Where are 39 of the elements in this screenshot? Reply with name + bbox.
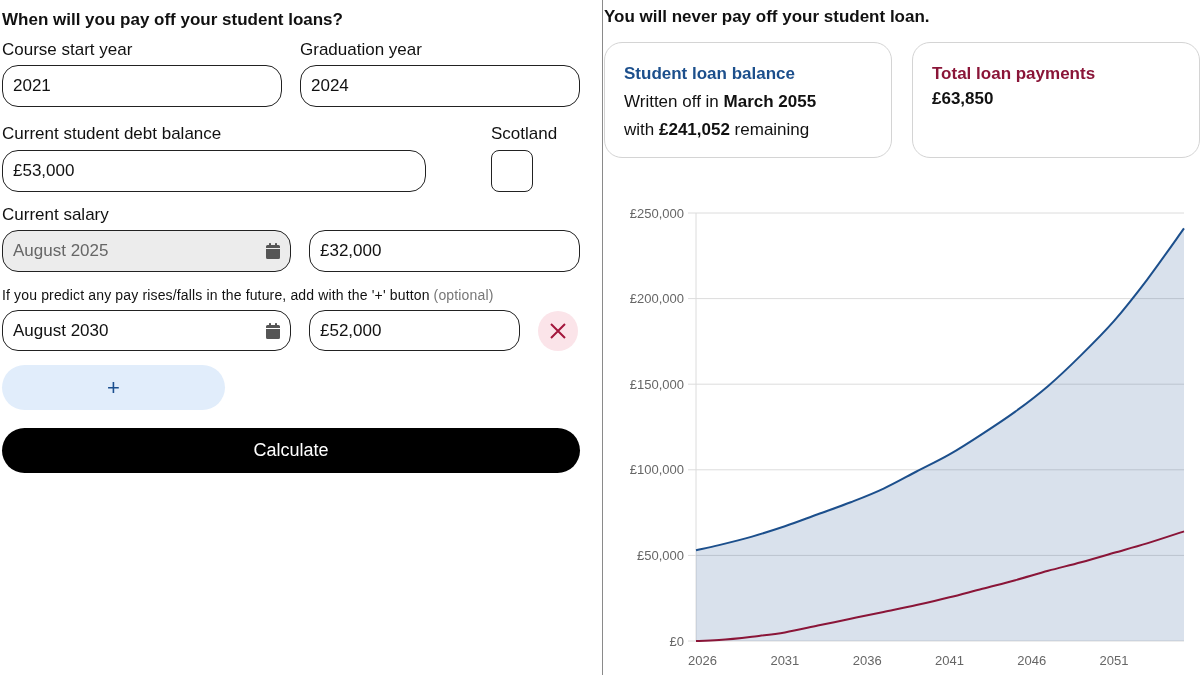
field-label: Current student debt balance <box>2 124 223 144</box>
field-label: Course start year <box>2 40 134 60</box>
input-field[interactable]: 2024 <box>300 65 580 107</box>
optional-note: (optional) <box>433 287 494 303</box>
card-title: Student loan balance <box>624 63 796 85</box>
input-field[interactable]: £53,000 <box>2 150 426 192</box>
remove-button[interactable] <box>538 310 578 351</box>
calculate-button[interactable]: Calculate <box>2 428 580 473</box>
y-axis-label: £100,000 <box>629 462 684 478</box>
calendar-icon <box>266 322 280 339</box>
close-icon <box>550 322 566 339</box>
y-axis-label: £250,000 <box>629 205 684 221</box>
field-label: Current salary <box>2 205 110 225</box>
x-axis-label: 2036 <box>852 653 882 668</box>
x-axis-label: 2041 <box>935 653 964 668</box>
y-axis-label: £50,000 <box>637 547 684 563</box>
x-axis-label: 2046 <box>1017 653 1047 668</box>
y-axis-label: £200,000 <box>629 291 684 307</box>
input-field[interactable]: £32,000 <box>309 230 580 272</box>
x-axis-label: 2031 <box>770 653 800 668</box>
date-field[interactable]: August 2030 <box>2 310 291 351</box>
result-headline: You will never pay off your student loan. <box>604 7 931 27</box>
calendar-icon <box>266 243 280 259</box>
add-button[interactable]: + <box>2 365 225 410</box>
card-title: Total loan payments <box>932 63 1097 85</box>
input-field[interactable]: 2021 <box>2 65 282 107</box>
form-title: When will you pay off your student loans? <box>2 10 344 30</box>
hint-text: If you predict any pay rises/falls in the future, add with the '+' button <box>2 287 430 303</box>
card-value: £63,850 <box>932 88 995 110</box>
y-axis-label: £150,000 <box>629 376 684 392</box>
input-field[interactable]: £52,000 <box>309 310 520 351</box>
checkbox[interactable] <box>491 150 533 192</box>
y-axis-label: £0 <box>669 633 684 649</box>
x-axis-label: 2026 <box>688 653 718 668</box>
card-text: Written off in March 2055 <box>624 91 818 113</box>
field-label: Graduation year <box>300 40 423 60</box>
x-axis-label: 2051 <box>1099 653 1129 668</box>
checkbox-label: Scotland <box>491 124 559 144</box>
card-text: with £241,052 remaining <box>624 119 811 141</box>
